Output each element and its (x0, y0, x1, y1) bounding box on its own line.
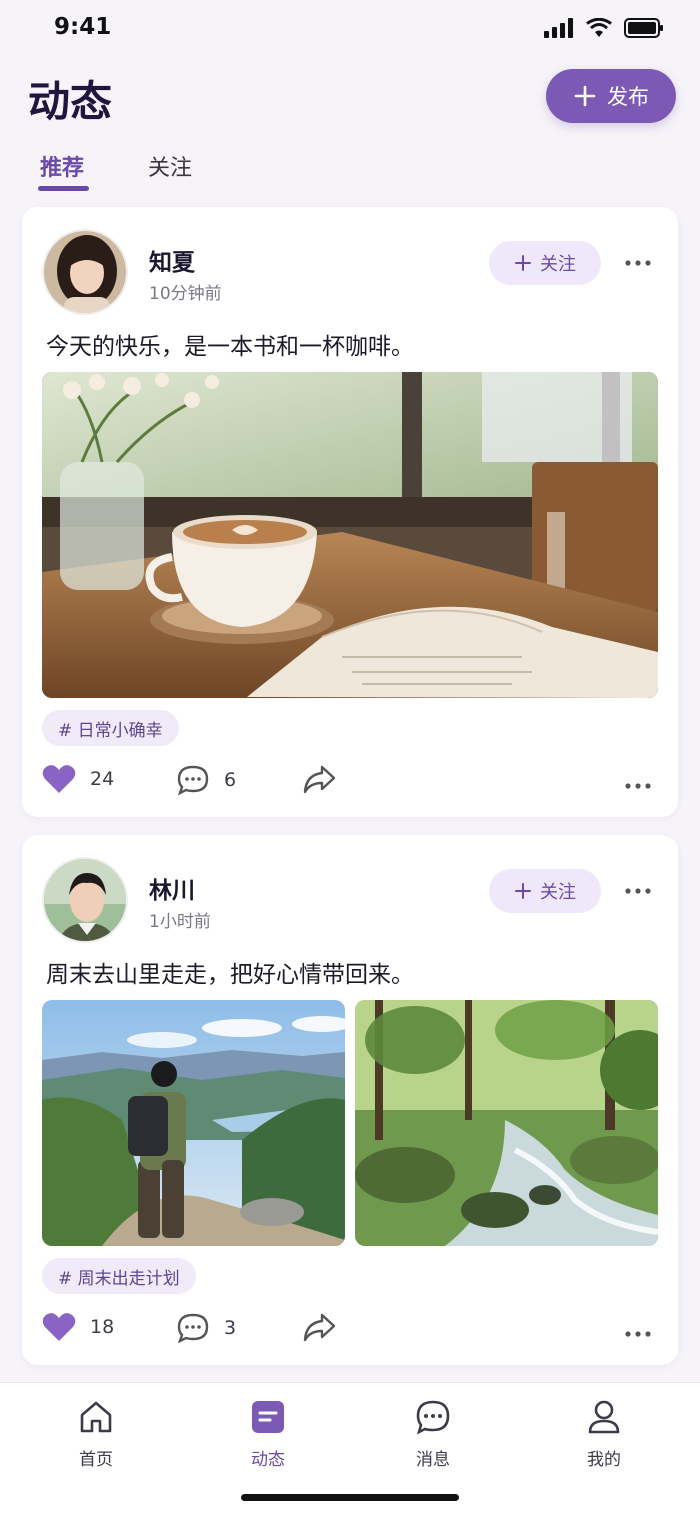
comment-count: 3 (224, 1317, 237, 1339)
follow-label: 关注 (540, 254, 576, 275)
post-time: 10分钟前 (149, 284, 222, 304)
plus-icon (515, 255, 531, 271)
nav-item-feed[interactable]: 动态 (223, 1399, 313, 1470)
comment-icon (177, 1313, 209, 1344)
nav-item-messages[interactable]: 消息 (388, 1399, 478, 1470)
active-tab-indicator (38, 186, 89, 191)
avatar[interactable] (42, 857, 128, 943)
topic-tag[interactable]: # 周末出走计划 (42, 1258, 196, 1294)
status-bar: 9:41 (0, 0, 700, 60)
home-icon (80, 1401, 112, 1433)
comment-button[interactable]: 3 (176, 1312, 236, 1344)
more-icon[interactable] (624, 253, 652, 273)
nav-item-home[interactable]: 首页 (51, 1399, 141, 1470)
more-icon[interactable] (624, 776, 652, 796)
feed-icon (252, 1401, 284, 1433)
page-title: 动态 (28, 77, 113, 126)
publish-label: 发布 (607, 85, 649, 109)
like-count: 24 (90, 768, 115, 790)
post-photo-mountain[interactable] (42, 1000, 345, 1246)
heart-icon (42, 765, 76, 793)
plus-icon (574, 85, 596, 107)
topic-tag[interactable]: # 日常小确幸 (42, 710, 179, 746)
follow-button[interactable]: 关注 (489, 241, 601, 285)
header: 动态 发布 (0, 60, 700, 140)
message-icon (416, 1400, 450, 1435)
share-button[interactable] (302, 1312, 336, 1342)
post-time: 1小时前 (149, 912, 211, 932)
nav-label: 我的 (587, 1450, 621, 1470)
more-icon[interactable] (624, 1324, 652, 1344)
heart-icon (42, 1313, 76, 1341)
post-text: 今天的快乐，是一本书和一杯咖啡。 (46, 334, 414, 360)
author-name[interactable]: 林川 (149, 871, 195, 905)
share-icon (303, 765, 336, 794)
profile-icon (588, 1400, 620, 1434)
more-icon[interactable] (624, 881, 652, 901)
nav-label: 消息 (416, 1450, 450, 1470)
home-indicator[interactable] (241, 1494, 459, 1501)
post-card: 知夏 10分钟前 关注 今天的快乐，是一本书和一杯咖啡。 # 日常小确幸 24 … (22, 207, 678, 817)
share-button[interactable] (302, 764, 336, 794)
signal-icon (544, 18, 573, 38)
post-card: 林川 1小时前 关注 周末去山里走走，把好心情带回来。 # 周末出走计划 18 … (22, 835, 678, 1365)
like-button[interactable]: 24 (42, 764, 114, 794)
like-button[interactable]: 18 (42, 1312, 114, 1342)
post-photo-coffee[interactable] (42, 372, 658, 698)
post-photo-stream[interactable] (355, 1000, 658, 1246)
plus-icon (515, 883, 531, 899)
follow-button[interactable]: 关注 (489, 869, 601, 913)
nav-label: 首页 (79, 1450, 113, 1470)
wifi-icon (586, 18, 612, 37)
avatar[interactable] (42, 229, 128, 315)
publish-button[interactable]: 发布 (546, 69, 676, 123)
feed-tabs: 推荐 关注 (0, 140, 700, 196)
author-name[interactable]: 知夏 (149, 243, 195, 277)
comment-button[interactable]: 6 (176, 764, 236, 796)
battery-icon (624, 18, 663, 38)
comment-icon (177, 765, 209, 796)
nav-label: 动态 (251, 1450, 285, 1470)
share-icon (303, 1313, 336, 1342)
post-actions: 18 3 (42, 1312, 658, 1352)
follow-label: 关注 (540, 882, 576, 903)
status-time: 9:41 (54, 14, 112, 40)
status-icons (544, 18, 664, 38)
nav-item-profile[interactable]: 我的 (559, 1399, 649, 1470)
tab-following[interactable]: 关注 (148, 150, 192, 182)
like-count: 18 (90, 1316, 115, 1338)
post-text: 周末去山里走走，把好心情带回来。 (46, 962, 414, 988)
post-actions: 24 6 (42, 764, 658, 804)
comment-count: 6 (224, 769, 237, 791)
tab-recommend[interactable]: 推荐 (40, 150, 84, 182)
